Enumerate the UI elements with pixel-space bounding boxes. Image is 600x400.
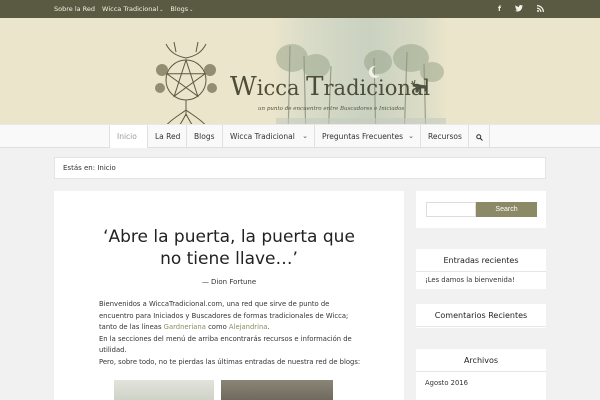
top-nav-wicca-label: Wicca Tradicional bbox=[102, 5, 159, 13]
search-widget: Search bbox=[416, 191, 546, 228]
intro-line: En la secciones del menú de arriba encon… bbox=[99, 334, 352, 343]
nav-item-blogs[interactable]: Blogs bbox=[186, 125, 222, 148]
blog-thumbnail[interactable] bbox=[221, 380, 333, 400]
widget-title: Comentarios Recientes bbox=[416, 304, 546, 327]
intro-text-part: como bbox=[205, 323, 229, 331]
nav-search-button[interactable] bbox=[468, 125, 490, 148]
nav-item-inicio[interactable]: Inicio bbox=[109, 125, 147, 148]
nav-item-label: Wicca Tradicional bbox=[230, 132, 295, 141]
site-title-part-icca: icca bbox=[256, 76, 307, 100]
top-nav-blogs[interactable]: Blogs⌄ bbox=[170, 5, 193, 13]
site-tagline: un punto de encuentro entre Buscadores e… bbox=[258, 106, 405, 112]
intro-line: Pero, sobre todo, no te pierdas las últi… bbox=[99, 357, 361, 366]
quote-line-2: no tiene llave…’ bbox=[160, 249, 298, 269]
link-gardneriana[interactable]: Gardneriana bbox=[164, 323, 206, 331]
main-nav: Inicio La Red Blogs Wicca Tradicional ⌄ P… bbox=[0, 124, 600, 148]
site-header: Wicca Tradicional un punto de encuentro … bbox=[0, 18, 600, 142]
site-title-part-radicional: radicional bbox=[323, 76, 431, 100]
widget-title: Archivos bbox=[416, 349, 546, 372]
breadcrumb-current: Inicio bbox=[97, 164, 116, 172]
search-input[interactable] bbox=[426, 202, 476, 217]
chevron-down-icon: ⌄ bbox=[159, 7, 164, 13]
nav-item-la-red[interactable]: La Red bbox=[147, 125, 186, 148]
quote-line-1: ‘Abre la puerta, la puerta que bbox=[103, 227, 355, 247]
top-nav: Sobre la Red Wicca Tradicional⌄ Blogs⌄ bbox=[54, 0, 193, 18]
breadcrumb: Estás en: Inicio bbox=[54, 157, 546, 179]
chevron-down-icon: ⌄ bbox=[302, 132, 308, 140]
top-nav-wicca-tradicional[interactable]: Wicca Tradicional⌄ bbox=[102, 5, 163, 13]
intro-text: Bienvenidos a WiccaTradicional.com, una … bbox=[99, 299, 369, 368]
quote-author: — Dion Fortune bbox=[201, 278, 257, 286]
intro-line: encuentro para Iniciados y Buscadores de… bbox=[99, 311, 349, 320]
intro-line: utilidad. bbox=[99, 346, 127, 354]
chevron-down-icon: ⌄ bbox=[408, 132, 414, 140]
top-nav-sobre-la-red[interactable]: Sobre la Red bbox=[54, 5, 95, 13]
top-nav-blogs-label: Blogs bbox=[170, 5, 189, 13]
twitter-icon[interactable] bbox=[515, 4, 523, 14]
blog-thumbnail[interactable] bbox=[114, 380, 214, 400]
archives-widget: Archivos Agosto 2016 bbox=[416, 349, 546, 400]
breadcrumb-prefix: Estás en: bbox=[63, 164, 96, 172]
intro-text-part: . bbox=[267, 323, 270, 331]
search-button[interactable]: Search bbox=[476, 202, 537, 217]
nav-item-wicca-tradicional[interactable]: Wicca Tradicional ⌄ bbox=[222, 125, 314, 148]
nav-item-label: La Red bbox=[155, 132, 181, 141]
page-quote: ‘Abre la puerta, la puerta que no tiene … bbox=[54, 226, 404, 270]
intro-text-part: tanto de las líneas bbox=[99, 323, 164, 331]
nav-item-label: Blogs bbox=[194, 132, 215, 141]
facebook-icon[interactable]: f bbox=[498, 5, 501, 13]
nav-item-recursos[interactable]: Recursos bbox=[420, 125, 468, 148]
social-links: f bbox=[498, 0, 544, 18]
nav-item-label: Preguntas Frecuentes bbox=[322, 132, 404, 141]
nav-item-label: Inicio bbox=[117, 132, 137, 141]
nav-item-preguntas-frecuentes[interactable]: Preguntas Frecuentes ⌄ bbox=[314, 125, 420, 148]
recent-post-link[interactable]: ¡Les damos la bienvenida! bbox=[416, 272, 546, 288]
archive-link[interactable]: Agosto 2016 bbox=[416, 372, 546, 394]
recent-posts-widget: Entradas recientes ¡Les damos la bienven… bbox=[416, 249, 546, 289]
site-title-initial-t: T bbox=[306, 72, 324, 102]
intro-line: tanto de las líneas Gardneriana como Ale… bbox=[99, 322, 369, 334]
search-icon bbox=[476, 133, 483, 141]
intro-line: Bienvenidos a WiccaTradicional.com, una … bbox=[99, 300, 330, 308]
site-title[interactable]: Wicca Tradicional bbox=[230, 72, 430, 102]
recent-comments-widget: Comentarios Recientes bbox=[416, 304, 546, 328]
top-bar: Sobre la Red Wicca Tradicional⌄ Blogs⌄ f bbox=[0, 0, 600, 18]
chevron-down-icon: ⌄ bbox=[189, 7, 194, 13]
pentacle-logo bbox=[155, 41, 217, 135]
rss-icon[interactable] bbox=[537, 4, 544, 14]
link-alejandrina[interactable]: Alejandrina bbox=[229, 323, 268, 331]
site-title-initial-w: W bbox=[230, 72, 257, 102]
main-content: ‘Abre la puerta, la puerta que no tiene … bbox=[54, 191, 404, 400]
nav-item-label: Recursos bbox=[428, 132, 462, 141]
widget-title: Entradas recientes bbox=[416, 249, 546, 272]
